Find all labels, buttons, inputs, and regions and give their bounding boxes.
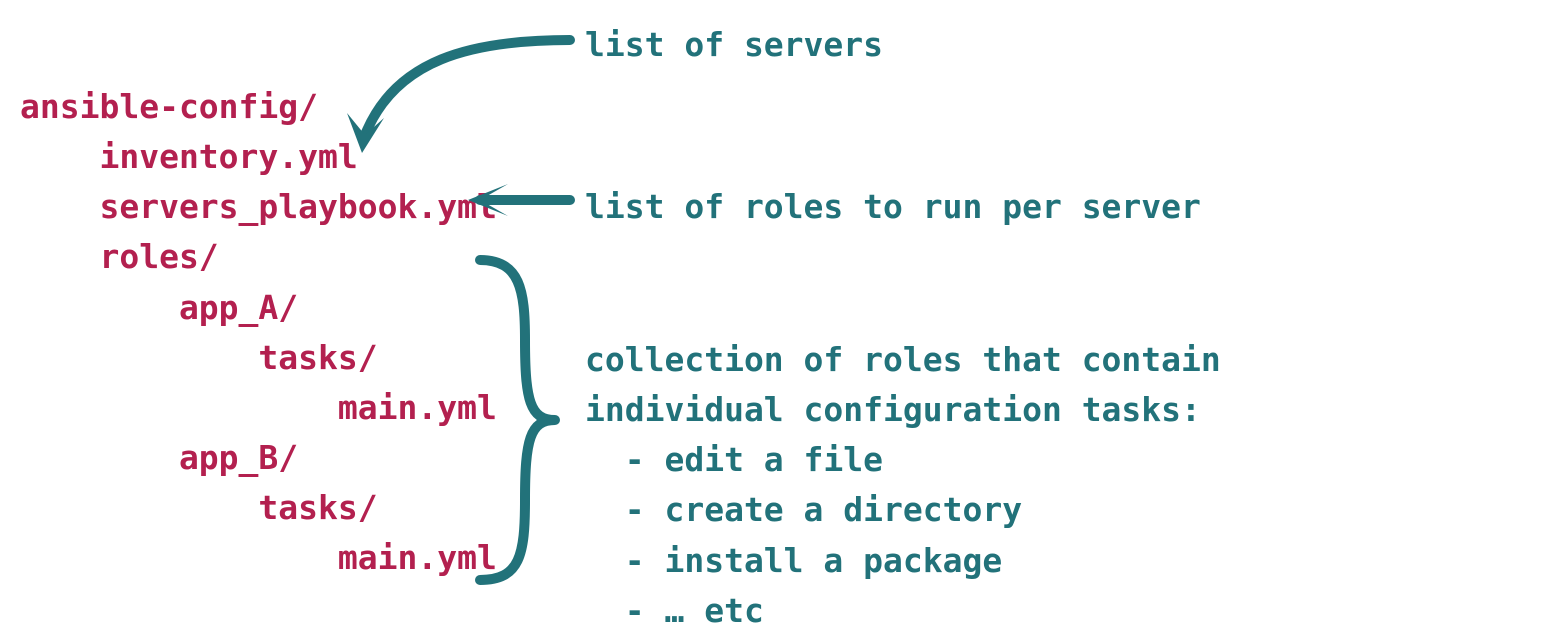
tree-line: main.yml [20,383,497,433]
tree-line: roles/ [20,232,497,282]
annotation-list-of-servers: list of servers [585,20,883,70]
tree-line: tasks/ [20,483,497,533]
annot3-item: - create a directory [585,485,1221,535]
annotation-list-of-roles: list of roles to run per server [585,182,1201,232]
annot3-item: - edit a file [585,435,1221,485]
tree-line: servers_playbook.yml [20,182,497,232]
annot3-item: - … etc [585,586,1221,636]
tree-line: tasks/ [20,333,497,383]
diagram-stage: ansible-config/ inventory.yml servers_pl… [0,0,1553,621]
tree-line: app_B/ [20,433,497,483]
file-tree: ansible-config/ inventory.yml servers_pl… [20,82,497,584]
annot3-item: - install a package [585,536,1221,586]
annot3-line: collection of roles that contain [585,335,1221,385]
annotation-roles-collection: collection of roles that containindividu… [585,335,1221,636]
annot3-line: individual configuration tasks: [585,385,1221,435]
tree-line: main.yml [20,533,497,583]
tree-line: inventory.yml [20,132,497,182]
tree-line: app_A/ [20,283,497,333]
tree-line: ansible-config/ [20,82,497,132]
